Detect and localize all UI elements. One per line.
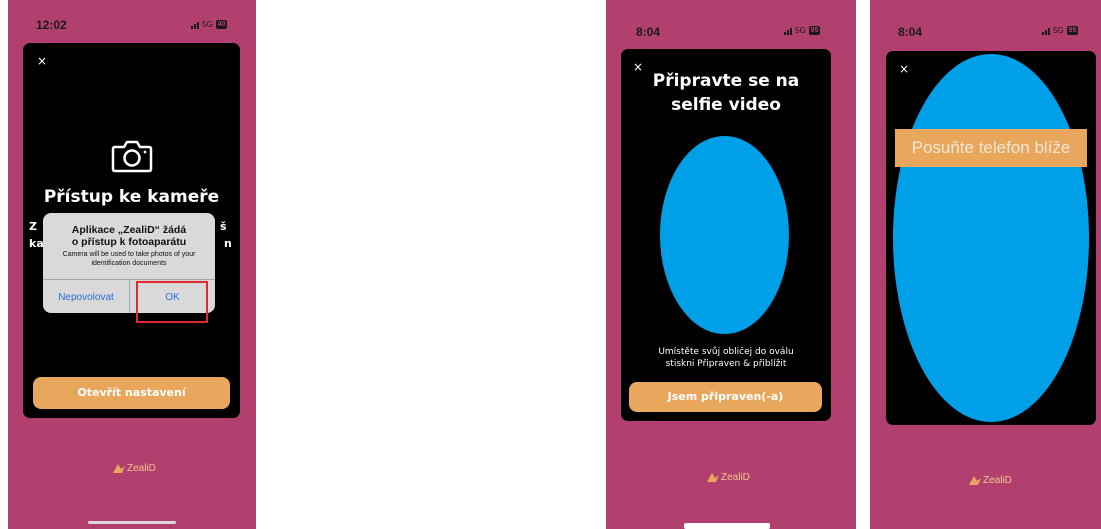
move-closer-banner: Posuňte telefon blíže	[895, 129, 1087, 167]
dialog-title-line-2: o přístup k fotoaparátu	[71, 236, 187, 248]
status-indicators: 5G 95	[1042, 26, 1079, 35]
status-indicators: 5G 95	[784, 26, 821, 35]
zealid-logo: ZealiD	[968, 474, 1012, 486]
page-title-line-2: selfie video	[671, 95, 781, 115]
signal-bars-icon	[191, 21, 199, 29]
status-time: 12:02	[36, 18, 67, 32]
battery-icon: 95	[1066, 26, 1079, 35]
zealid-logo-icon	[113, 464, 125, 473]
face-oval	[893, 54, 1089, 422]
close-icon[interactable]: ×	[899, 63, 909, 75]
logo-text: ZealiD	[721, 471, 750, 483]
battery-icon: 40	[215, 20, 228, 29]
network-label: 5G	[1053, 26, 1064, 35]
logo-text: ZealiD	[983, 474, 1012, 486]
instruction-line-2: stiskni Připraven & přiblížit	[665, 359, 787, 369]
phone-screen-selfie-prep: 8:04 5G 95 × Připravte se na selfie vide…	[606, 0, 856, 529]
ok-highlight-box	[136, 281, 208, 323]
obscured-text-right-2: n	[224, 237, 232, 250]
zealid-logo: ZealiD	[706, 471, 750, 483]
obscured-text-left-2: ka	[29, 237, 44, 250]
move-closer-card: × Posuňte telefon blíže	[886, 51, 1096, 425]
obscured-text-left-1: Z	[29, 220, 37, 233]
instruction-line-1: Umístěte svůj obličej do oválu	[658, 347, 794, 357]
open-settings-button[interactable]: Otevřít nastavení	[33, 377, 230, 409]
signal-bars-icon	[1042, 27, 1050, 35]
zealid-logo-icon	[707, 473, 719, 482]
page-title-line-1: Připravte se na	[652, 71, 800, 91]
home-indicator[interactable]	[684, 523, 770, 529]
battery-icon: 95	[808, 26, 821, 35]
face-oval	[660, 136, 789, 334]
zealid-logo-icon	[969, 476, 981, 485]
selfie-prep-card: × Připravte se na selfie video Umístěte …	[621, 49, 831, 421]
network-label: 5G	[202, 20, 213, 29]
obscured-text-right-1: š	[220, 220, 227, 233]
dialog-message: Camera will be used to take photos of yo…	[62, 251, 196, 267]
home-indicator[interactable]	[88, 521, 176, 524]
deny-button[interactable]: Nepovolovat	[43, 292, 129, 303]
logo-text: ZealiD	[127, 462, 156, 474]
phone-screen-move-closer: 8:04 5G 95 × Posuňte telefon blíže Zeali…	[870, 0, 1101, 529]
status-time: 8:04	[636, 25, 661, 39]
signal-bars-icon	[784, 27, 792, 35]
status-indicators: 5G 40	[191, 20, 228, 29]
dialog-title-line-1: Aplikace „ZealiD“ žádá	[71, 224, 187, 236]
page-title: Přístup ke kameře	[43, 187, 220, 207]
camera-icon	[111, 140, 153, 173]
network-label: 5G	[795, 26, 806, 35]
phone-screen-camera-access: 12:02 5G 40 × Přístup ke kameře Z ka š n…	[8, 0, 256, 529]
status-time: 8:04	[898, 25, 923, 39]
zealid-logo: ZealiD	[112, 462, 156, 474]
ready-button[interactable]: Jsem připraven(-a)	[629, 382, 822, 412]
close-icon[interactable]: ×	[37, 55, 47, 67]
